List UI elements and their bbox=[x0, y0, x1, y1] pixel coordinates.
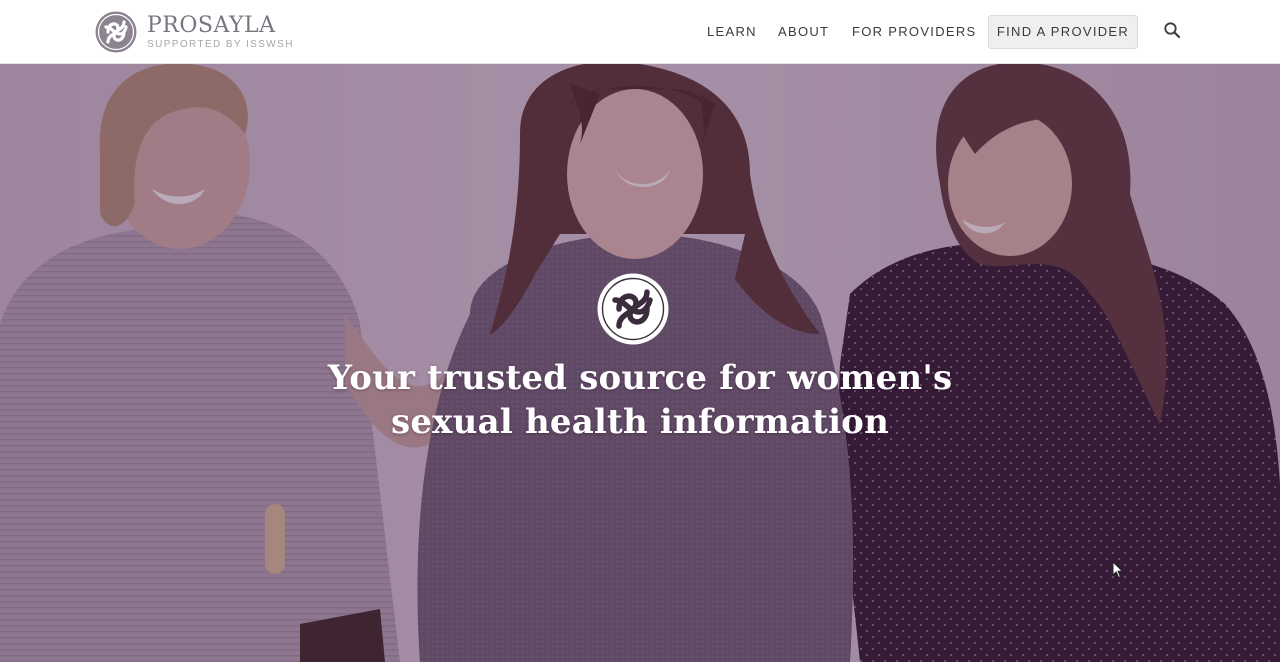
brand-name: PROSAYLA bbox=[147, 12, 276, 38]
nav-for-providers-link[interactable]: FOR PROVIDERS bbox=[852, 24, 977, 40]
site-header: PROSAYLA SUPPORTED BY ISSWSH LEARN ABOUT… bbox=[0, 0, 1280, 64]
brand-tagline: SUPPORTED BY ISSWSH bbox=[147, 38, 294, 50]
nav-learn-link[interactable]: LEARN bbox=[707, 24, 757, 40]
hero-section: Your trusted source for women's sexual h… bbox=[0, 64, 1280, 662]
brand-text: PROSAYLA SUPPORTED BY ISSWSH bbox=[147, 12, 294, 51]
brand-logo-link[interactable]: PROSAYLA SUPPORTED BY ISSWSH bbox=[94, 9, 294, 55]
nav-about-link[interactable]: ABOUT bbox=[778, 24, 829, 40]
find-a-provider-button[interactable]: FIND A PROVIDER bbox=[988, 15, 1138, 49]
search-icon bbox=[1164, 22, 1181, 39]
hero-heading-line-1: Your trusted source for women's bbox=[327, 358, 953, 398]
prosayla-logo-icon bbox=[95, 11, 137, 53]
hero-heading: Your trusted source for women's sexual h… bbox=[240, 356, 1040, 444]
search-button[interactable] bbox=[1162, 20, 1184, 42]
hero-heading-line-2: sexual health information bbox=[391, 402, 889, 442]
prosayla-emblem-icon bbox=[597, 273, 669, 345]
